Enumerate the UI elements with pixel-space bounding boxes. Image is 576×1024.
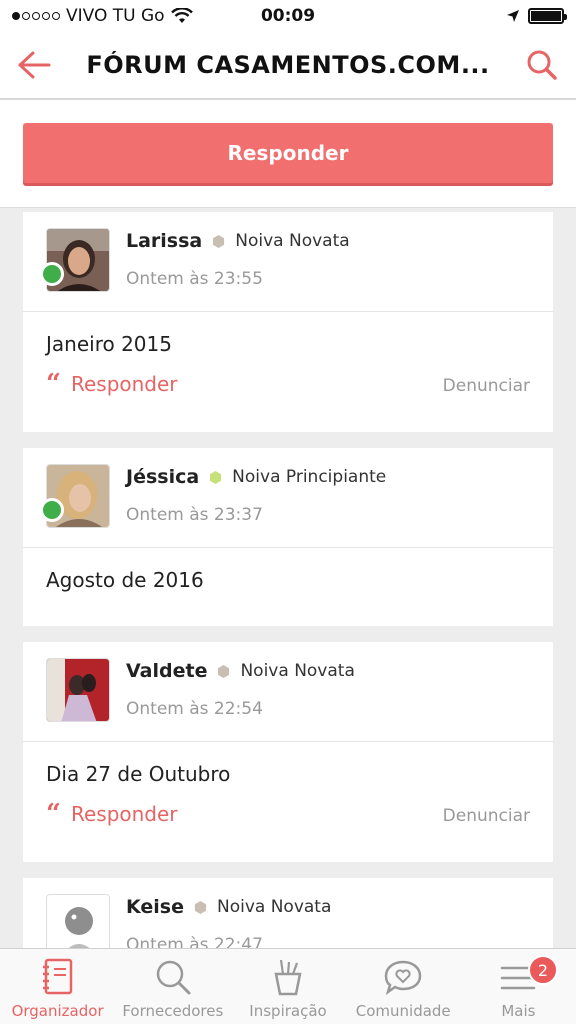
tab-inspiracao[interactable]: Inspiração	[230, 949, 345, 1024]
post-time: Ontem às 22:54	[126, 699, 263, 719]
author-row: Larissa Noiva Novata	[126, 230, 350, 252]
avatar[interactable]	[46, 894, 110, 948]
post-card: Valdete Noiva Novata Ontem às 22:54 Dia …	[23, 642, 553, 862]
author-name[interactable]: Jéssica	[126, 466, 199, 488]
search-icon	[527, 50, 557, 80]
post-header: Jéssica Noiva Principiante Ontem às 23:3…	[23, 448, 553, 548]
post-time: Ontem às 23:37	[126, 505, 263, 525]
battery-icon	[528, 8, 567, 24]
author-rank: Noiva Principiante	[232, 467, 387, 487]
reply-area: Responder	[0, 100, 576, 208]
tab-fornecedores[interactable]: Fornecedores	[115, 949, 230, 1024]
post-card: Larissa Noiva Novata Ontem às 23:55 Jane…	[23, 212, 553, 432]
signal-strength-icon	[12, 12, 60, 20]
search-button[interactable]	[508, 31, 576, 99]
rank-badge-icon	[213, 234, 225, 248]
tab-bar: Organizador Fornecedores Inspiração Comu…	[0, 948, 576, 1024]
online-indicator	[40, 262, 64, 286]
post-body: Agosto de 2016	[46, 568, 204, 592]
post-feed[interactable]: Larissa Noiva Novata Ontem às 23:55 Jane…	[0, 208, 576, 948]
tab-mais[interactable]: Mais 2	[461, 949, 576, 1024]
author-row: Keise Noiva Novata	[126, 896, 331, 918]
post-reply-button[interactable]: “ Responder	[46, 799, 178, 829]
author-name[interactable]: Valdete	[126, 660, 207, 682]
rank-badge-icon	[218, 664, 230, 678]
author-name[interactable]: Larissa	[126, 230, 202, 252]
post-header: Valdete Noiva Novata Ontem às 22:54	[23, 642, 553, 742]
location-arrow-icon	[507, 10, 519, 22]
tab-label: Comunidade	[355, 1002, 451, 1020]
reply-button[interactable]: Responder	[23, 123, 553, 183]
pencil-cup-icon	[274, 959, 302, 996]
author-rank: Noiva Novata	[240, 661, 355, 681]
tab-label: Fornecedores	[122, 1002, 224, 1020]
author-name[interactable]: Keise	[126, 896, 184, 918]
post-time: Ontem às 23:55	[126, 269, 263, 289]
report-button[interactable]: Denunciar	[443, 376, 530, 396]
author-rank: Noiva Novata	[216, 897, 332, 917]
carrier-name: VIVO TU Go	[66, 6, 165, 26]
author-row: Valdete Noiva Novata	[126, 660, 355, 682]
post-reply-label: Responder	[70, 802, 178, 826]
quote-icon: “	[46, 799, 61, 829]
post-actions: “ Responder Denunciar	[23, 786, 553, 848]
status-bar: VIVO TU Go 00:09	[0, 0, 576, 32]
back-button[interactable]	[0, 31, 68, 99]
tab-label: Organizador	[11, 1002, 104, 1020]
post-card: Keise Noiva Novata Ontem às 22:47	[23, 878, 553, 948]
avatar[interactable]	[46, 658, 110, 722]
tab-comunidade[interactable]: Comunidade	[346, 949, 461, 1024]
post-actions: “ Responder Denunciar	[23, 356, 553, 418]
post-header: Larissa Noiva Novata Ontem às 23:55	[23, 212, 553, 312]
post-body: Janeiro 2015	[46, 332, 172, 356]
search-icon	[156, 960, 191, 995]
nav-bar: FÓRUM CASAMENTOS.COM...	[0, 32, 576, 100]
arrow-left-icon	[18, 51, 51, 79]
post-card: Jéssica Noiva Principiante Ontem às 23:3…	[23, 448, 553, 626]
page-title: FÓRUM CASAMENTOS.COM...	[86, 51, 490, 79]
post-time: Ontem às 22:47	[126, 935, 263, 948]
wifi-icon	[170, 8, 193, 23]
online-indicator	[40, 498, 64, 522]
post-header: Keise Noiva Novata Ontem às 22:47	[23, 878, 553, 948]
post-reply-button[interactable]: “ Responder	[46, 369, 178, 399]
tab-label: Inspiração	[249, 1002, 327, 1020]
post-body: Dia 27 de Outubro	[46, 762, 231, 786]
quote-icon: “	[46, 369, 61, 399]
report-button[interactable]: Denunciar	[443, 806, 530, 826]
tab-organizador[interactable]: Organizador	[0, 949, 115, 1024]
rank-badge-icon	[194, 900, 207, 914]
status-left: VIVO TU Go	[12, 6, 193, 26]
author-rank: Noiva Novata	[235, 231, 350, 251]
rank-badge-icon	[210, 470, 222, 484]
notebook-icon	[42, 958, 72, 995]
post-reply-label: Responder	[70, 372, 178, 396]
author-row: Jéssica Noiva Principiante	[126, 466, 386, 488]
status-right	[506, 8, 567, 24]
tab-label: Mais	[501, 1002, 536, 1020]
notification-badge: 2	[528, 955, 559, 985]
chat-heart-icon	[384, 960, 422, 996]
